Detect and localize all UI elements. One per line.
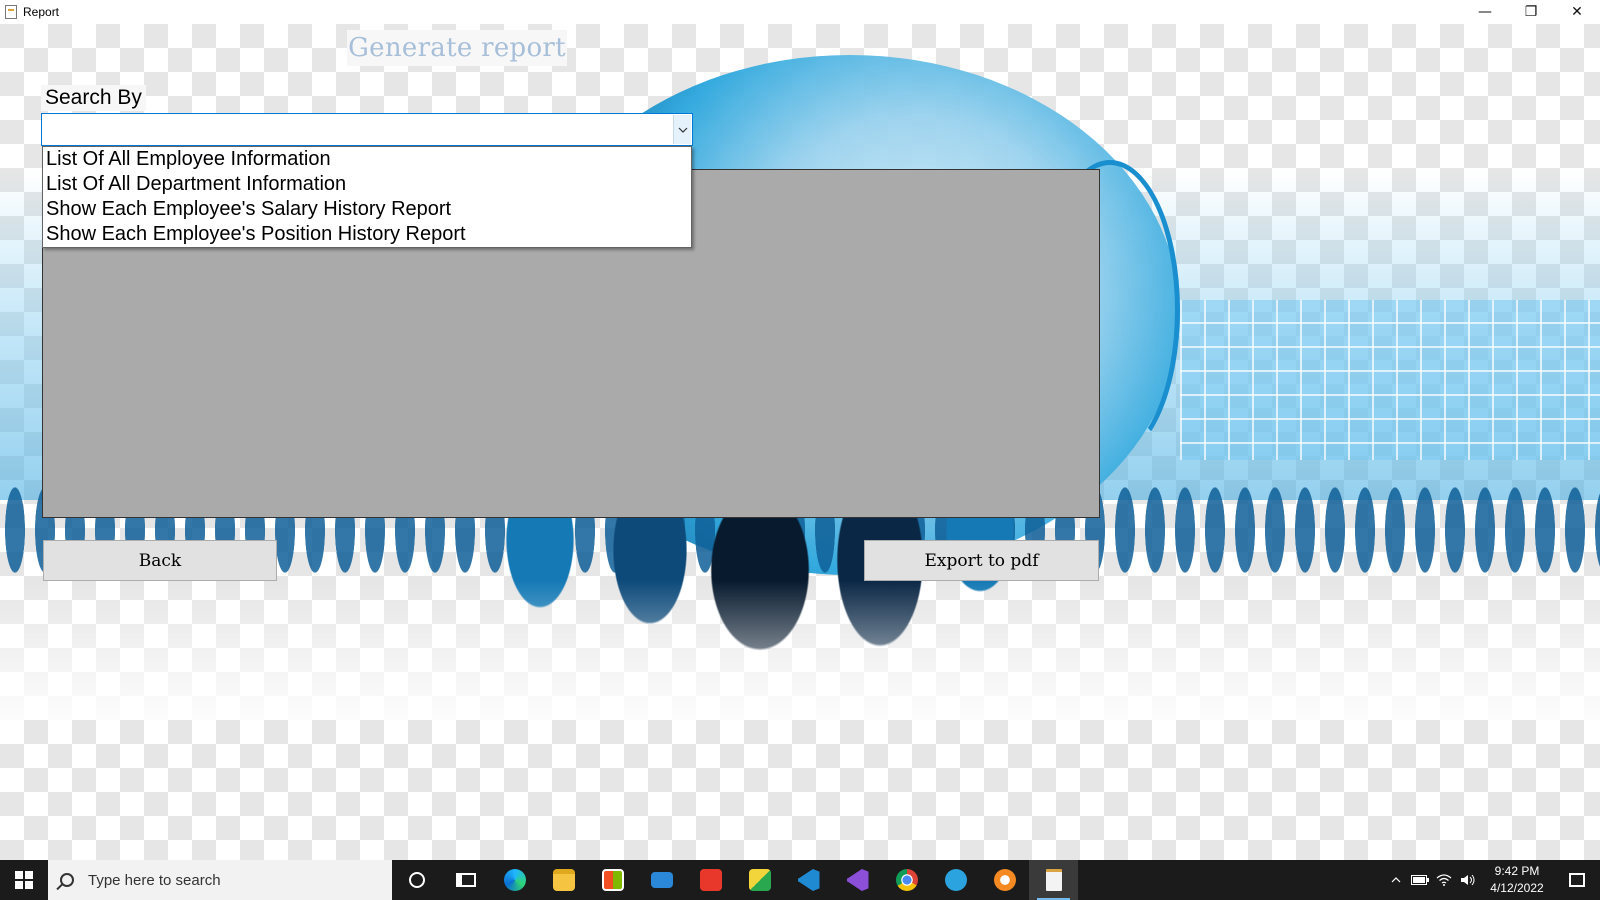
brave-icon (993, 869, 1016, 891)
start-button[interactable] (0, 860, 48, 900)
window-controls: — ❐ ✕ (1462, 0, 1600, 24)
taskbar-app-visual-studio[interactable] (833, 860, 882, 900)
report-app-icon (1045, 869, 1062, 891)
dropdown-option-employee-info[interactable]: List Of All Employee Information (43, 147, 691, 172)
taskbar-app-edge[interactable] (490, 860, 539, 900)
search-by-combobox[interactable] (41, 113, 693, 146)
cortana-icon (408, 872, 425, 888)
taskbar-search-box[interactable]: Type here to search (48, 860, 392, 900)
window-title: Report (23, 5, 60, 19)
search-icon (60, 873, 74, 887)
taskbar-pinned-apps (392, 860, 1078, 900)
combobox-value (46, 118, 668, 142)
clock-time: 9:42 PM (1494, 864, 1540, 878)
chevron-down-icon[interactable] (673, 115, 691, 144)
telegram-icon (944, 869, 967, 891)
battery-icon[interactable] (1408, 860, 1432, 900)
taskbar-app-file-explorer[interactable] (539, 860, 588, 900)
taskbar-clock[interactable]: 9:42 PM 4/12/2022 (1480, 863, 1554, 897)
taskbar-search-placeholder: Type here to search (88, 871, 221, 889)
dropdown-option-salary-history[interactable]: Show Each Employee's Salary History Repo… (43, 197, 691, 222)
chevron-up-icon[interactable] (1384, 860, 1408, 900)
search-by-label: Search By (41, 85, 146, 111)
crowd-fade (0, 580, 1600, 720)
restore-button[interactable]: ❐ (1508, 0, 1554, 24)
export-to-pdf-button[interactable]: Export to pdf (864, 540, 1099, 581)
action-center-button[interactable] (1554, 860, 1600, 900)
taskbar-app-chrome[interactable] (882, 860, 931, 900)
visual-studio-icon (846, 869, 869, 891)
file-explorer-icon (552, 869, 575, 891)
notification-icon (1569, 873, 1585, 887)
clock-date: 4/12/2022 (1490, 881, 1544, 895)
vscode-icon (797, 869, 820, 891)
dropdown-option-department-info[interactable]: List Of All Department Information (43, 172, 691, 197)
store-icon (601, 869, 624, 891)
taskbar-app-vscode[interactable] (784, 860, 833, 900)
page-title: Generate report (347, 30, 567, 66)
chrome-icon (895, 869, 918, 891)
wifi-icon[interactable] (1432, 860, 1456, 900)
report-app-icon (5, 5, 17, 19)
taskbar-app-brave[interactable] (980, 860, 1029, 900)
sticky-app-icon (748, 869, 771, 891)
search-by-dropdown-list: List Of All Employee Information List Of… (42, 146, 692, 248)
taskbar-app-mail[interactable] (637, 860, 686, 900)
edge-icon (503, 869, 526, 891)
mail-icon (650, 872, 673, 888)
windows-logo-icon (15, 871, 33, 889)
dropdown-option-position-history[interactable]: Show Each Employee's Position History Re… (43, 222, 691, 247)
taskbar-app-store[interactable] (588, 860, 637, 900)
taskbar-app-report[interactable] (1029, 860, 1078, 900)
wps-office-icon (699, 869, 722, 891)
windows-taskbar: Type here to search 9:42 PM 4/12/2022 (0, 860, 1600, 900)
taskbar-app-telegram[interactable] (931, 860, 980, 900)
taskbar-app-tool[interactable] (735, 860, 784, 900)
task-view-button[interactable] (441, 860, 490, 900)
taskbar-app-wps-office[interactable] (686, 860, 735, 900)
back-button[interactable]: Back (43, 540, 277, 581)
close-button[interactable]: ✕ (1554, 0, 1600, 24)
task-view-icon (455, 873, 476, 887)
volume-icon[interactable] (1456, 860, 1480, 900)
cortana-button[interactable] (392, 860, 441, 900)
system-tray: 9:42 PM 4/12/2022 (1384, 860, 1600, 900)
window-titlebar: Report — ❐ ✕ (0, 0, 1600, 24)
minimize-button[interactable]: — (1462, 0, 1508, 24)
